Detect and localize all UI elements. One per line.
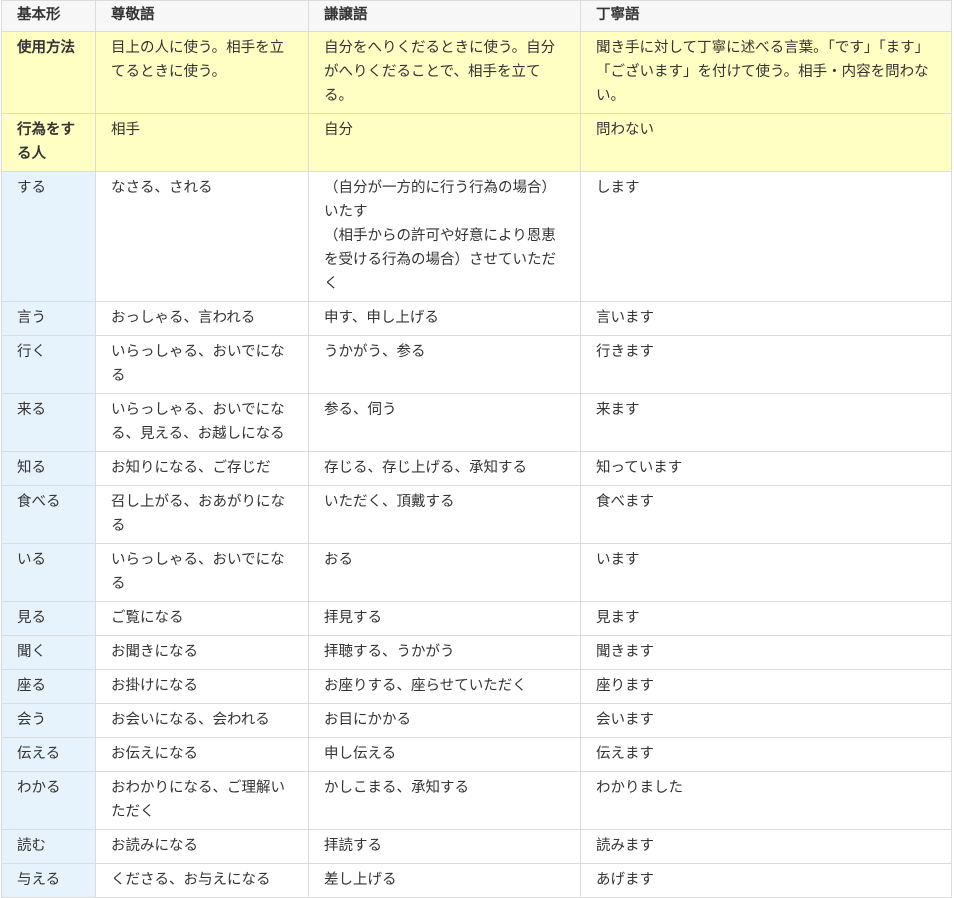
base-form-cell: 食べる [1, 485, 96, 544]
sonkeigo-cell: お掛けになる [95, 669, 309, 704]
sonkeigo-cell: おわかりになる、ご理解いただく [95, 771, 309, 830]
table-row: 来る いらっしゃる、おいでになる、見える、お越しになる 参る、伺う 来ます [1, 393, 952, 452]
kenjogo-cell: お目にかかる [308, 703, 581, 738]
teineigo-cell: 座ります [580, 669, 952, 704]
base-form-cell: いる [1, 543, 96, 602]
base-form-cell: わかる [1, 771, 96, 830]
base-form-cell: 与える [1, 863, 96, 898]
kenjogo-cell: （自分が一方的に行う行為の場合）いたす （相手からの許可や好意により恩恵を受ける行… [308, 171, 581, 302]
base-form-cell: 言う [1, 301, 96, 336]
table-row: 会う お会いになる、会われる お目にかかる 会います [1, 703, 952, 738]
kenjogo-cell: おる [308, 543, 581, 602]
table-row: 伝える お伝えになる 申し伝える 伝えます [1, 737, 952, 772]
table-row: 読む お読みになる 拝読する 読みます [1, 829, 952, 864]
kenjogo-cell: 存じる、存じ上げる、承知する [308, 451, 581, 486]
table-row: 食べる 召し上がる、おあがりになる いただく、頂戴する 食べます [1, 485, 952, 544]
actor-label: 行為をする人 [1, 113, 96, 172]
teineigo-cell: 会います [580, 703, 952, 738]
kenjogo-cell: お座りする、座らせていただく [308, 669, 581, 704]
usage-teineigo: 聞き手に対して丁寧に述べる言葉。「です」「ます」「ございます」を付けて使う。相手… [580, 31, 952, 114]
base-form-cell: する [1, 171, 96, 302]
base-form-cell: 会う [1, 703, 96, 738]
sonkeigo-cell: いらっしゃる、おいでになる [95, 335, 309, 394]
sonkeigo-cell: おっしゃる、言われる [95, 301, 309, 336]
teineigo-cell: あげます [580, 863, 952, 898]
actor-teineigo: 問わない [580, 113, 952, 172]
sonkeigo-cell: お会いになる、会われる [95, 703, 309, 738]
base-form-cell: 知る [1, 451, 96, 486]
kenjogo-cell: 参る、伺う [308, 393, 581, 452]
header-kenjogo: 謙譲語 [308, 0, 581, 32]
header-base-form: 基本形 [1, 0, 96, 32]
table-row: 座る お掛けになる お座りする、座らせていただく 座ります [1, 669, 952, 704]
sonkeigo-cell: 召し上がる、おあがりになる [95, 485, 309, 544]
kenjogo-cell: いただく、頂戴する [308, 485, 581, 544]
base-form-cell: 伝える [1, 737, 96, 772]
kenjogo-cell: うかがう、参る [308, 335, 581, 394]
teineigo-cell: 食べます [580, 485, 952, 544]
base-form-cell: 来る [1, 393, 96, 452]
teineigo-cell: します [580, 171, 952, 302]
kenjogo-cell: かしこまる、承知する [308, 771, 581, 830]
usage-label: 使用方法 [1, 31, 96, 114]
base-form-cell: 見る [1, 601, 96, 636]
sonkeigo-cell: くださる、お与えになる [95, 863, 309, 898]
kenjogo-cell: 申す、申し上げる [308, 301, 581, 336]
usage-sonkeigo: 目上の人に使う。相手を立てるときに使う。 [95, 31, 309, 114]
teineigo-cell: 知っています [580, 451, 952, 486]
base-form-cell: 聞く [1, 635, 96, 670]
teineigo-cell: 見ます [580, 601, 952, 636]
teineigo-cell: 読みます [580, 829, 952, 864]
keigo-table: 基本形 尊敬語 謙譲語 丁寧語 使用方法 目上の人に使う。相手を立てるときに使う… [1, 0, 952, 898]
table-row: 言う おっしゃる、言われる 申す、申し上げる 言います [1, 301, 952, 336]
sonkeigo-cell: お読みになる [95, 829, 309, 864]
kenjogo-cell: 申し伝える [308, 737, 581, 772]
sonkeigo-cell: いらっしゃる、おいでになる [95, 543, 309, 602]
kenjogo-cell: 拝見する [308, 601, 581, 636]
sonkeigo-cell: なさる、される [95, 171, 309, 302]
usage-kenjogo: 自分をへりくだるときに使う。自分がへりくだることで、相手を立てる。 [308, 31, 581, 114]
actor-kenjogo: 自分 [308, 113, 581, 172]
sonkeigo-cell: お知りになる、ご存じだ [95, 451, 309, 486]
usage-row: 使用方法 目上の人に使う。相手を立てるときに使う。 自分をへりくだるときに使う。… [1, 31, 952, 114]
teineigo-cell: わかりました [580, 771, 952, 830]
table-row: 行く いらっしゃる、おいでになる うかがう、参る 行きます [1, 335, 952, 394]
base-form-cell: 行く [1, 335, 96, 394]
table-row: わかる おわかりになる、ご理解いただく かしこまる、承知する わかりました [1, 771, 952, 830]
table-row: いる いらっしゃる、おいでになる おる います [1, 543, 952, 602]
table-row: 聞く お聞きになる 拝聴する、うかがう 聞きます [1, 635, 952, 670]
kenjogo-cell: 差し上げる [308, 863, 581, 898]
table-row: 見る ご覧になる 拝見する 見ます [1, 601, 952, 636]
header-sonkeigo: 尊敬語 [95, 0, 309, 32]
base-form-cell: 読む [1, 829, 96, 864]
header-teineigo: 丁寧語 [580, 0, 952, 32]
table-row: 与える くださる、お与えになる 差し上げる あげます [1, 863, 952, 898]
teineigo-cell: 来ます [580, 393, 952, 452]
teineigo-cell: 聞きます [580, 635, 952, 670]
sonkeigo-cell: お聞きになる [95, 635, 309, 670]
sonkeigo-cell: いらっしゃる、おいでになる、見える、お越しになる [95, 393, 309, 452]
actor-sonkeigo: 相手 [95, 113, 309, 172]
kenjogo-cell: 拝聴する、うかがう [308, 635, 581, 670]
teineigo-cell: います [580, 543, 952, 602]
sonkeigo-cell: ご覧になる [95, 601, 309, 636]
table-row: する なさる、される （自分が一方的に行う行為の場合）いたす （相手からの許可や好意に… [1, 171, 952, 302]
teineigo-cell: 言います [580, 301, 952, 336]
table-row: 知る お知りになる、ご存じだ 存じる、存じ上げる、承知する 知っています [1, 451, 952, 486]
teineigo-cell: 伝えます [580, 737, 952, 772]
base-form-cell: 座る [1, 669, 96, 704]
sonkeigo-cell: お伝えになる [95, 737, 309, 772]
table-header-row: 基本形 尊敬語 謙譲語 丁寧語 [1, 0, 952, 32]
actor-row: 行為をする人 相手 自分 問わない [1, 113, 952, 172]
kenjogo-cell: 拝読する [308, 829, 581, 864]
teineigo-cell: 行きます [580, 335, 952, 394]
